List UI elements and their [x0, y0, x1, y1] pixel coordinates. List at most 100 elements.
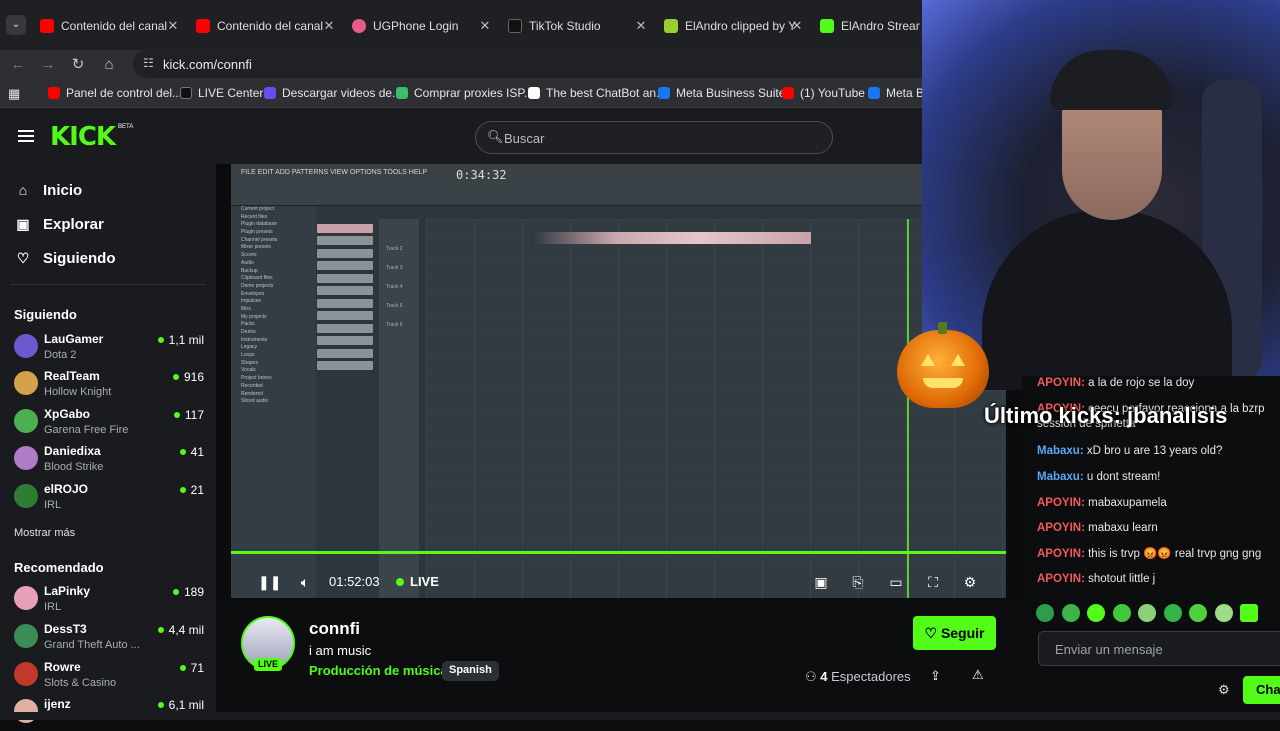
- following-channel[interactable]: Daniedixa Blood Strike 41: [14, 442, 204, 478]
- language-tag[interactable]: Spanish: [442, 661, 499, 681]
- menu-icon[interactable]: [18, 130, 34, 142]
- daw-playlist-grid: [426, 219, 1006, 598]
- following-channel[interactable]: LauGamer Dota 2 1,1 mil: [14, 330, 204, 366]
- nav-item-inicio[interactable]: ⌂ Inicio: [14, 179, 82, 201]
- back-icon[interactable]: ←: [9, 56, 27, 74]
- chat-username[interactable]: Mabaxu:: [1037, 445, 1084, 457]
- emote-icon[interactable]: [1112, 604, 1131, 622]
- browser-tab[interactable]: ElAndro clipped by Y ✕: [664, 13, 804, 39]
- channel-category: Hollow Knight: [44, 386, 112, 398]
- chat-send-button[interactable]: Chat: [1243, 676, 1280, 704]
- emote-icon[interactable]: [1214, 604, 1233, 622]
- recommended-channel[interactable]: DessT3 Grand Theft Auto ... 4,4 mil: [14, 620, 204, 656]
- show-more-link[interactable]: Mostrar más: [14, 527, 75, 539]
- browser-tab[interactable]: Contenido del canal ✕: [196, 13, 336, 39]
- reload-icon[interactable]: ↻: [69, 56, 87, 74]
- forward-icon[interactable]: →: [39, 56, 57, 74]
- progress-bar[interactable]: [231, 551, 1006, 554]
- kick-logo[interactable]: KICK: [50, 122, 116, 152]
- daw-waveform: [531, 232, 811, 244]
- browser-tab[interactable]: TikTok Studio ✕: [508, 13, 648, 39]
- browser-tab[interactable]: ElAndro Stream - V: [820, 13, 920, 39]
- heart-icon: ♡: [16, 250, 30, 266]
- bookmark-item[interactable]: (1) YouTube: [782, 86, 865, 100]
- clip-icon: [664, 19, 678, 33]
- bookmark-item[interactable]: Panel de control del...: [48, 86, 182, 100]
- fullscreen-icon[interactable]: ⛶: [924, 573, 942, 591]
- emote-icon[interactable]: [1087, 604, 1105, 622]
- close-tab-icon[interactable]: ✕: [322, 18, 336, 34]
- tiktok-icon: [508, 19, 522, 33]
- search-input[interactable]: 🔍︎ Buscar: [475, 121, 833, 154]
- mini-player-icon[interactable]: ▣: [812, 573, 830, 591]
- chat-message: APOYIN: mabaxu learn: [1037, 521, 1277, 536]
- theater-mode-icon[interactable]: ▭: [887, 573, 905, 591]
- avatar: [14, 446, 38, 470]
- following-channel[interactable]: elROJO IRL 21: [14, 480, 204, 516]
- stream-category[interactable]: Producción de música: [309, 663, 448, 678]
- close-tab-icon[interactable]: ✕: [478, 18, 492, 34]
- chat-username[interactable]: Mabaxu:: [1037, 471, 1084, 483]
- recommended-channel[interactable]: LaPinky IRL 189: [14, 582, 204, 618]
- tab-list-button[interactable]: ⌄: [6, 15, 26, 35]
- channel-name[interactable]: connfi: [309, 619, 360, 639]
- nav-item-explorar[interactable]: ▣ Explorar: [14, 213, 103, 235]
- chat-username[interactable]: APOYIN:: [1037, 548, 1085, 560]
- close-tab-icon[interactable]: ✕: [634, 18, 648, 34]
- volume-icon[interactable]: 🔈︎: [296, 573, 314, 591]
- following-channel[interactable]: RealTeam Hollow Knight 916: [14, 367, 204, 403]
- viewer-count: 21: [180, 483, 204, 497]
- url-field[interactable]: ☷ kick.com/connfi: [133, 50, 933, 78]
- following-heading: Siguiendo: [14, 307, 77, 322]
- clip-icon[interactable]: ⎘: [849, 573, 867, 591]
- close-tab-icon[interactable]: ✕: [790, 18, 804, 34]
- chat-message-input[interactable]: Enviar un mensaje: [1038, 631, 1280, 666]
- emote-icon[interactable]: [1138, 604, 1156, 622]
- chat-username[interactable]: APOYIN:: [1037, 573, 1085, 585]
- bookmark-item[interactable]: Descargar videos de...: [264, 86, 402, 100]
- follow-button[interactable]: ♡ Seguir: [913, 616, 996, 650]
- bookmark-item[interactable]: The best ChatBot an...: [528, 86, 666, 100]
- recommended-channel[interactable]: Rowre Slots & Casino 71: [14, 658, 204, 694]
- pumpkin-overlay-icon: [897, 322, 989, 408]
- youtube-icon: [48, 87, 60, 99]
- settings-icon[interactable]: ⚙: [961, 573, 979, 591]
- viewer-count: 117: [174, 408, 204, 422]
- following-channel[interactable]: XpGabo Garena Free Fire 117: [14, 405, 204, 441]
- close-tab-icon[interactable]: ✕: [166, 18, 180, 34]
- site-info-icon[interactable]: ☷: [143, 56, 154, 70]
- heart-icon: ♡: [924, 625, 941, 641]
- kick-icon: [820, 19, 834, 33]
- channel-name: XpGabo: [44, 407, 91, 421]
- download-icon: [264, 87, 276, 99]
- emote-icon[interactable]: [1240, 604, 1258, 622]
- chat-message: Mabaxu: xD bro u are 13 years old?: [1037, 444, 1277, 459]
- chat-username[interactable]: APOYIN:: [1037, 522, 1085, 534]
- bookmark-label: Descargar videos de...: [282, 86, 403, 100]
- bookmark-item[interactable]: Comprar proxies ISP...: [396, 86, 534, 100]
- chat-username[interactable]: APOYIN:: [1037, 497, 1085, 509]
- chat-username[interactable]: APOYIN:: [1037, 377, 1085, 389]
- emote-icon[interactable]: [1061, 604, 1080, 622]
- bookmark-item[interactable]: LIVE Center: [180, 86, 263, 100]
- report-icon[interactable]: ⚠: [972, 667, 984, 683]
- pause-icon[interactable]: ❚❚: [258, 573, 281, 591]
- bookmark-item[interactable]: Meta Business Suite: [658, 86, 785, 100]
- viewer-count: 916: [173, 370, 204, 384]
- share-icon[interactable]: ⇪: [930, 668, 941, 684]
- emote-icon[interactable]: [1189, 604, 1207, 622]
- nav-item-siguiendo[interactable]: ♡ Siguiendo: [14, 247, 116, 269]
- home-icon[interactable]: ⌂: [100, 56, 118, 74]
- bookmark-label: LIVE Center: [198, 86, 264, 100]
- browser-tab[interactable]: UGPhone Login ✕: [352, 13, 492, 39]
- chat-message: APOYIN: mabaxupamela: [1037, 496, 1277, 511]
- avatar: [14, 371, 38, 395]
- recommended-heading: Recomendado: [14, 560, 104, 575]
- apps-grid-icon[interactable]: ▦: [8, 86, 20, 102]
- viewer-count: 1,1 mil: [158, 333, 204, 347]
- emote-icon[interactable]: [1163, 604, 1182, 622]
- nav-label: Siguiendo: [43, 249, 116, 267]
- emote-icon[interactable]: [1036, 604, 1054, 622]
- browser-tab[interactable]: Contenido del canal ✕: [40, 13, 180, 39]
- chat-settings-icon[interactable]: ⚙: [1218, 682, 1230, 698]
